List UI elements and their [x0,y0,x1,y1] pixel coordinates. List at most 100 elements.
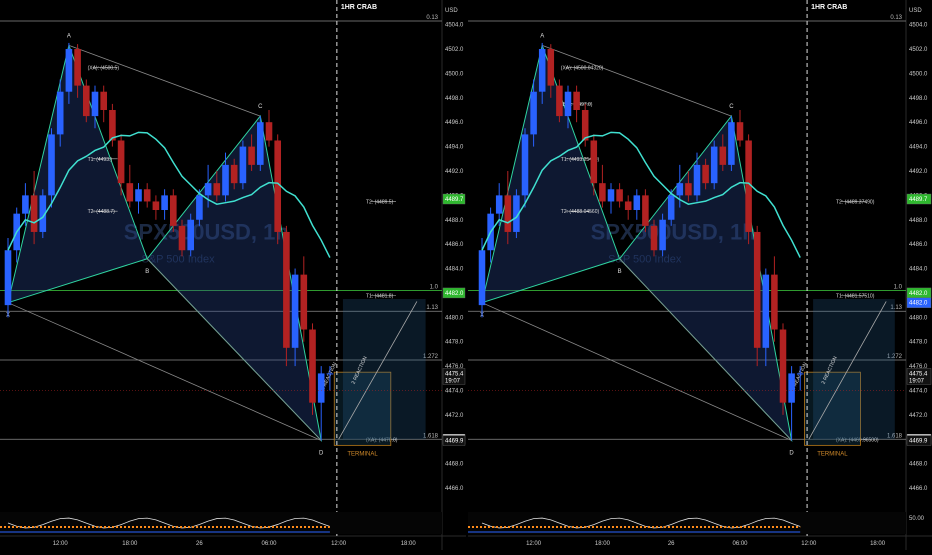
candle-body [109,110,116,141]
candle-body [556,85,563,117]
y-tick-label: 4500.0 [909,71,928,77]
x-tick-label: 06:00 [732,541,748,547]
terminal-label: TERMINAL [347,451,378,457]
y-tick-label: 4496.0 [445,120,464,126]
candle-body [667,195,675,220]
price-badge-value: 4482.0 [909,291,928,297]
candle-body [728,122,735,165]
pattern-level-label: (XA): (4500.04320) [561,65,604,71]
candle-body [753,231,761,348]
fib-level-label: 0.13 [890,15,902,21]
candle-body [685,183,692,196]
pattern-point-label: B [145,269,149,275]
y-tick-label: 4468.0 [445,462,464,468]
candle-body [48,134,55,196]
y-tick-label: 4486.0 [909,242,928,248]
price-badge-value: 4489.7 [445,197,464,203]
projection-box [342,299,426,440]
y-tick-label: 4494.0 [909,145,928,151]
candle-body [213,183,221,196]
candle-body [607,189,615,202]
candle-body [82,85,90,117]
y-tick-label: 4500.0 [445,71,464,77]
candle-body [736,122,744,141]
candle-body [22,195,29,214]
candle-body [248,146,255,165]
y-tick-label: 4488.0 [445,218,464,224]
chart-title: 1HR CRAB [811,4,847,11]
projection-box [813,299,895,440]
pattern-level-label: T2: (4489.37490) [836,199,875,205]
pattern-level-label: T2: (4488.04560) [561,209,600,215]
y-tick-label: 4498.0 [909,96,928,102]
candle-body [256,122,264,165]
x-tick-label: 26 [668,541,675,547]
candle-body [152,201,160,210]
pattern-point-label: A [67,33,71,39]
candle-body [178,225,186,251]
candle-body [642,195,649,226]
candle-body [590,140,598,184]
pattern-level-label: (XA): (4500.5) [88,65,120,71]
price-badge-time: 19:07 [909,378,925,384]
y-tick-label: 4478.0 [445,340,464,346]
x-tick-label: 18:00 [870,541,886,547]
x-tick-label: 26 [196,541,203,547]
candle-body [495,195,503,214]
candle-body [169,195,177,226]
candle-body [676,183,684,196]
candle-body [650,225,658,251]
candle-body [564,91,572,117]
fib-level-label: 1.0 [430,284,439,290]
pattern-point-label: C [258,104,263,110]
candle-body [788,373,795,403]
y-tick-label: 4484.0 [445,267,464,273]
candle-body [65,49,73,92]
chart-canvas[interactable]: SPX500USD, 1hS&P 500 Index0.131.131.2721… [0,0,932,550]
pattern-level-label: T2: (4488.7) [88,209,116,215]
pattern-level-label: T2: (4489.5) [366,199,394,205]
candle-body [521,134,529,196]
price-badge-value: 4469.9 [909,438,928,444]
y-tick-label: 4486.0 [445,242,464,248]
candle-body [117,140,125,184]
candle-body [504,195,512,232]
price-badge-value: 4482.0 [909,301,928,307]
y-tick-label: 4474.0 [445,388,464,394]
y-tick-label: 4492.0 [445,169,464,175]
y-tick-label: 4466.0 [909,486,928,492]
x-tick-label: 12:00 [526,541,542,547]
candle-body [283,231,290,348]
x-tick-label: 18:00 [401,541,417,547]
y-tick-label: 4478.0 [909,340,928,346]
y-tick-label: 4502.0 [909,47,928,53]
pattern-point-label: C [729,104,734,110]
y-tick-label: 4492.0 [909,169,928,175]
candle-body [796,373,804,375]
candle-body [659,219,666,251]
x-tick-label: 18:00 [595,541,611,547]
candle-body [538,49,546,92]
pattern-point-label: B [618,269,622,275]
price-badge-value: 4482.0 [445,291,464,297]
candle-body [196,195,203,220]
y-tick-label: 4472.0 [445,413,464,419]
candle-body [599,183,606,202]
candle-body [702,164,709,184]
y-tick-label: 4502.0 [445,47,464,53]
x-tick-label: 12:00 [801,541,817,547]
candle-body [573,91,580,110]
y-tick-label: 4480.0 [445,315,464,321]
y-tick-label: 4504.0 [445,23,464,29]
currency-label: USD [445,8,458,14]
y-tick-label: 4488.0 [909,218,928,224]
candle-body [478,250,486,306]
x-tick-label: 12:00 [331,541,347,547]
candle-body [187,219,195,251]
candle-body [291,274,299,348]
candle-body [56,91,64,135]
candle-body [530,91,537,135]
candle-body [779,329,787,403]
candle-body [100,91,108,110]
y-tick-label: 4484.0 [909,267,928,273]
